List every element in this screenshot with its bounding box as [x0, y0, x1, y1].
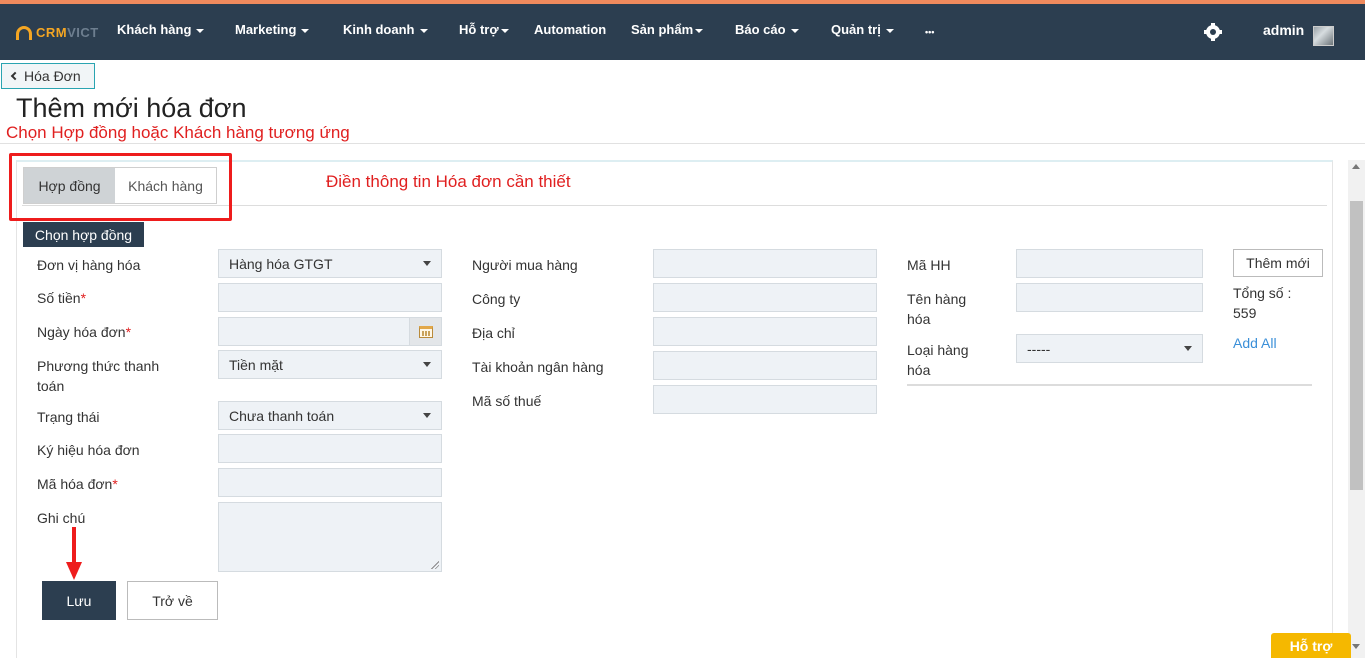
nav-kinh-doanh[interactable]: Kinh doanh — [343, 22, 428, 37]
page-title: Thêm mới hóa đơn — [16, 93, 247, 123]
label-dia-chi: Địa chỉ — [472, 325, 515, 341]
annotation-select-hint: Chọn Hợp đồng hoặc Khách hàng tương ứng — [6, 123, 350, 142]
nav-quan-tri[interactable]: Quản trị — [831, 22, 894, 37]
label-trang-thai: Trạng thái — [37, 409, 100, 425]
invoice-date-input[interactable] — [218, 317, 410, 346]
logo-mark-icon — [16, 26, 32, 40]
nav-marketing[interactable]: Marketing — [235, 22, 310, 37]
product-name-input[interactable] — [1016, 283, 1203, 312]
label-ma-hoa-don: Mã hóa đơn* — [37, 476, 118, 492]
calendar-icon — [418, 325, 433, 338]
unit-select[interactable]: Hàng hóa GTGT — [218, 249, 442, 278]
divider — [0, 143, 1365, 144]
nav-san-pham[interactable]: Sản phẩm — [631, 22, 704, 37]
label-don-vi: Đơn vị hàng hóa — [37, 257, 141, 273]
logo[interactable]: CRMVICT — [16, 23, 99, 41]
label-cong-ty: Công ty — [472, 291, 521, 307]
logo-text-vict: VICT — [67, 24, 99, 40]
user-menu[interactable]: admin — [1263, 22, 1304, 38]
help-button[interactable]: Hỗ trợ — [1271, 633, 1351, 658]
back-to-invoices-button[interactable]: Hóa Đơn — [1, 63, 95, 89]
select-arrow-icon — [423, 362, 431, 367]
logo-text-crm: CRM — [36, 24, 68, 40]
label-ten-hh: Tên hàng hóa — [907, 291, 967, 327]
nav-automation[interactable]: Automation — [534, 22, 606, 37]
select-arrow-icon — [1184, 346, 1192, 351]
label-so-tien: Số tiền* — [37, 290, 87, 306]
caret-down-icon — [695, 28, 704, 33]
amount-input[interactable] — [218, 283, 442, 312]
select-arrow-icon — [423, 261, 431, 266]
scroll-up-arrow-icon[interactable] — [1352, 164, 1360, 169]
gear-icon[interactable] — [1204, 23, 1222, 41]
label-ghi-chu: Ghi chú — [37, 510, 86, 526]
payment-method-select[interactable]: Tiền mặt — [218, 350, 442, 379]
add-new-button[interactable]: Thêm mới — [1233, 249, 1323, 277]
nav-ho-tro[interactable]: Hỗ trợ — [459, 22, 509, 37]
caret-down-icon — [500, 28, 509, 33]
nav-more[interactable]: ••• — [925, 27, 934, 37]
note-textarea[interactable] — [218, 502, 442, 572]
bank-account-input[interactable] — [653, 351, 877, 380]
label-loai-hh: Loại hàng hóa — [907, 342, 969, 378]
caret-down-icon — [885, 28, 894, 33]
top-navbar: CRMVICT Khách hàng Marketing Kinh doanh … — [0, 0, 1365, 60]
chevron-left-icon — [10, 71, 20, 81]
right-divider — [907, 384, 1312, 386]
caret-down-icon — [790, 28, 799, 33]
nav-khach-hang[interactable]: Khách hàng — [117, 22, 205, 37]
label-tai-khoan: Tài khoản ngân hàng — [472, 359, 604, 375]
label-ky-hieu: Ký hiệu hóa đơn — [37, 442, 140, 458]
total-count: Tổng số :559 — [1233, 285, 1292, 321]
product-type-select[interactable]: ----- — [1016, 334, 1203, 363]
save-button[interactable]: Lưu — [42, 581, 116, 620]
label-phuong-thuc: Phương thức thanh toán — [37, 358, 160, 394]
calendar-button[interactable] — [409, 317, 442, 346]
back-button[interactable]: Trở về — [127, 581, 218, 620]
label-nguoi-mua: Người mua hàng — [472, 257, 578, 273]
caret-down-icon — [419, 28, 428, 33]
invoice-code-input[interactable] — [218, 468, 442, 497]
label-ma-so-thue: Mã số thuế — [472, 393, 542, 409]
annotation-arrow-down-icon — [66, 562, 82, 580]
buyer-input[interactable] — [653, 249, 877, 278]
choose-contract-button[interactable]: Chọn hợp đồng — [23, 222, 144, 247]
label-ma-hh: Mã HH — [907, 257, 951, 273]
invoice-symbol-input[interactable] — [218, 434, 442, 463]
scrollbar-thumb[interactable] — [1350, 201, 1363, 490]
status-select[interactable]: Chưa thanh toán — [218, 401, 442, 430]
avatar[interactable] — [1313, 26, 1334, 46]
product-code-input[interactable] — [1016, 249, 1203, 278]
tax-code-input[interactable] — [653, 385, 877, 414]
label-ngay-hoa-don: Ngày hóa đơn* — [37, 324, 132, 340]
caret-down-icon — [196, 28, 205, 33]
annotation-highlight-box — [9, 153, 232, 221]
annotation-arrow-shaft — [72, 527, 76, 565]
nav-bao-cao[interactable]: Báo cáo — [735, 22, 799, 37]
resize-handle-icon[interactable] — [431, 561, 439, 569]
select-arrow-icon — [423, 413, 431, 418]
caret-down-icon — [301, 28, 310, 33]
company-input[interactable] — [653, 283, 877, 312]
scroll-down-arrow-icon[interactable] — [1352, 644, 1360, 649]
address-input[interactable] — [653, 317, 877, 346]
annotation-fill-hint: Điền thông tin Hóa đơn cần thiết — [326, 172, 571, 191]
add-all-link[interactable]: Add All — [1233, 335, 1277, 351]
